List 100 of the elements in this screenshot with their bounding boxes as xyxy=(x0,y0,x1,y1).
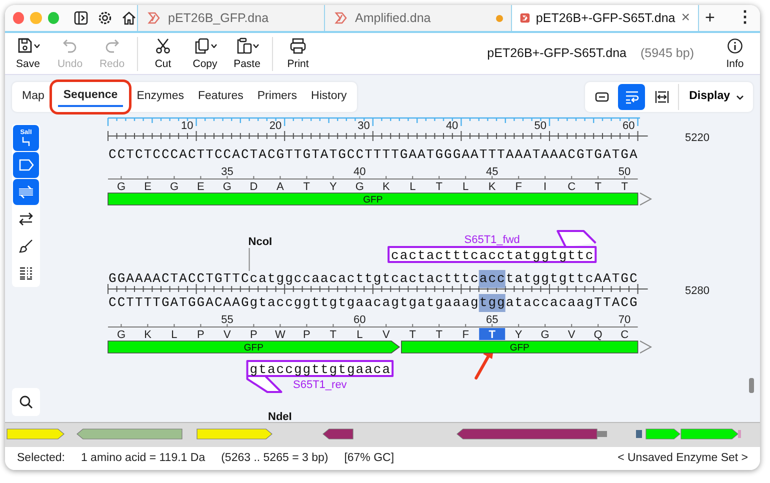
amino-acid: G xyxy=(116,329,126,341)
view-tab[interactable]: Sequence xyxy=(52,82,129,112)
sequence-position: 5220 xyxy=(685,132,710,144)
fit-icon xyxy=(654,89,670,105)
view-tab[interactable]: Primers xyxy=(251,83,304,111)
amino-acid: V xyxy=(382,329,390,341)
scrollbar-thumb[interactable] xyxy=(749,378,754,393)
residue-number: 65 xyxy=(486,314,498,326)
residue-number: 60 xyxy=(354,314,366,326)
amino-acid: G xyxy=(222,181,232,193)
ruler-number: 50 xyxy=(534,120,546,132)
amino-acid: G xyxy=(355,181,364,193)
view-tab[interactable]: Features xyxy=(192,83,250,111)
new-tab-button[interactable]: + xyxy=(698,5,721,31)
undo-icon xyxy=(61,36,79,55)
document-tab[interactable]: Amplified.dna xyxy=(324,5,511,31)
tab-title: pET26B+-GFP-S65T.dna xyxy=(536,10,676,27)
view-tab[interactable]: History xyxy=(305,83,353,111)
paste-button[interactable]: Paste xyxy=(228,34,266,72)
enzyme-label: NcoI xyxy=(248,236,272,248)
amino-acid: F xyxy=(462,329,469,341)
feature-tool-button[interactable] xyxy=(13,152,39,178)
table-icon xyxy=(18,265,34,281)
amino-acid: V xyxy=(224,329,231,341)
amino-acid: K xyxy=(488,181,496,193)
settings-icon[interactable] xyxy=(96,10,113,26)
top-strand-sequence: GGAAAACTACCTGTTCcatggccaacacttgt cactactttcacc tatggtgttcAATGC xyxy=(108,271,638,286)
amino-acid: K xyxy=(144,329,152,341)
amino-acid: T xyxy=(330,329,337,341)
search-icon xyxy=(18,394,34,410)
enzyme-label: NdeI xyxy=(268,411,292,422)
view-tab[interactable]: Enzymes xyxy=(130,83,190,111)
gc-content: [67% GC] xyxy=(344,450,394,466)
amino-acid: G xyxy=(540,329,550,341)
file-name: pET26B+-GFP-S65T.dna xyxy=(487,45,626,62)
amino-acid: T xyxy=(436,181,442,193)
sequence-position: 5280 xyxy=(685,285,710,297)
cut-button[interactable]: Cut xyxy=(144,34,182,72)
residue-number: 70 xyxy=(618,314,631,326)
amino-acid: L xyxy=(171,329,178,341)
view-tab[interactable]: Map xyxy=(16,83,50,111)
search-button[interactable] xyxy=(12,388,40,416)
wrap-icon xyxy=(624,89,640,105)
bottom-strand-sequence: CCTTTTGATGGACAAGgtaccggttgtgaacagtgatgaaag tggataccacaagTTACG xyxy=(108,295,638,310)
amino-acid: Y xyxy=(514,329,522,341)
save-icon xyxy=(16,36,34,55)
ruler-number: 60 xyxy=(622,120,635,132)
amino-acid: D xyxy=(250,181,258,193)
sequence-length: (5945 bp) xyxy=(640,45,694,62)
amino-acid: C xyxy=(568,181,576,193)
amino-acid: F xyxy=(515,181,522,193)
amino-acid: T xyxy=(436,329,442,341)
primer-name: S65T1_rev xyxy=(293,379,347,391)
residue-number: 50 xyxy=(618,166,631,178)
feature-label: GFP xyxy=(244,342,264,354)
sidebar-toggle-icon[interactable] xyxy=(72,10,89,26)
home-icon[interactable] xyxy=(120,10,137,26)
amino-acid: K xyxy=(382,181,390,193)
primer-sequence: cactactttcacctatggtgttc xyxy=(391,248,594,263)
amino-acid: E xyxy=(197,181,204,193)
amino-acid: L xyxy=(410,181,416,193)
amino-acid: G xyxy=(170,181,178,193)
residue-number: 40 xyxy=(354,166,366,178)
cut-icon xyxy=(154,36,172,55)
print-button[interactable]: Print xyxy=(279,34,317,72)
ruler-number: 20 xyxy=(269,120,282,132)
feature-label: GFP xyxy=(510,342,530,354)
amino-acid: P xyxy=(250,329,258,341)
selection-weight: 1 amino acid = 119.1 Da xyxy=(80,450,206,466)
amino-acid: W xyxy=(275,329,286,341)
amino-acid: T xyxy=(594,181,602,193)
close-tab-button[interactable]: × xyxy=(681,6,690,30)
info-button[interactable]: Info xyxy=(716,34,754,72)
feature-label: GFP xyxy=(363,194,383,206)
enzyme-set-link[interactable]: < Unsaved Enzyme Set > xyxy=(618,450,748,468)
wrap-view-button[interactable] xyxy=(618,84,646,110)
window-close-button[interactable] xyxy=(13,12,24,24)
amino-acid: T xyxy=(409,329,416,341)
primer-sequence: gtaccggttgtgaaca xyxy=(250,362,390,377)
cut-site-line xyxy=(248,248,250,272)
save-button[interactable]: Save xyxy=(9,34,47,72)
ruler-number: 40 xyxy=(446,120,458,132)
enzyme-icon xyxy=(20,136,32,147)
top-strand-sequence: CCTCTCCCACTTCCACTACGTTGTATGCCTTTTGAATGGGAATTTAAATAAACGTGATGA xyxy=(108,147,638,162)
amino-acid: T xyxy=(621,181,628,193)
copy-button[interactable]: Copy xyxy=(186,34,224,72)
feature-icon xyxy=(18,157,34,173)
document-tab[interactable]: pET26B_GFP.dna xyxy=(137,5,324,31)
amino-acid: P xyxy=(197,329,204,341)
selection-range: (5263 .. 5265 = 3 bp) xyxy=(221,450,328,466)
more-menu-button[interactable]: ⋮ xyxy=(730,5,760,31)
residue-number: 35 xyxy=(221,166,234,178)
caret-icon xyxy=(736,94,744,100)
ruler-number: 30 xyxy=(358,120,370,132)
amino-acid: Y xyxy=(330,181,337,193)
document-tab[interactable]: pET26B+-GFP-S65T.dna × xyxy=(511,5,698,31)
tab-title: Amplified.dna xyxy=(355,10,431,27)
amino-acid: T xyxy=(488,329,496,341)
translation-icon xyxy=(18,184,34,200)
translation-tool-button[interactable] xyxy=(13,179,39,205)
